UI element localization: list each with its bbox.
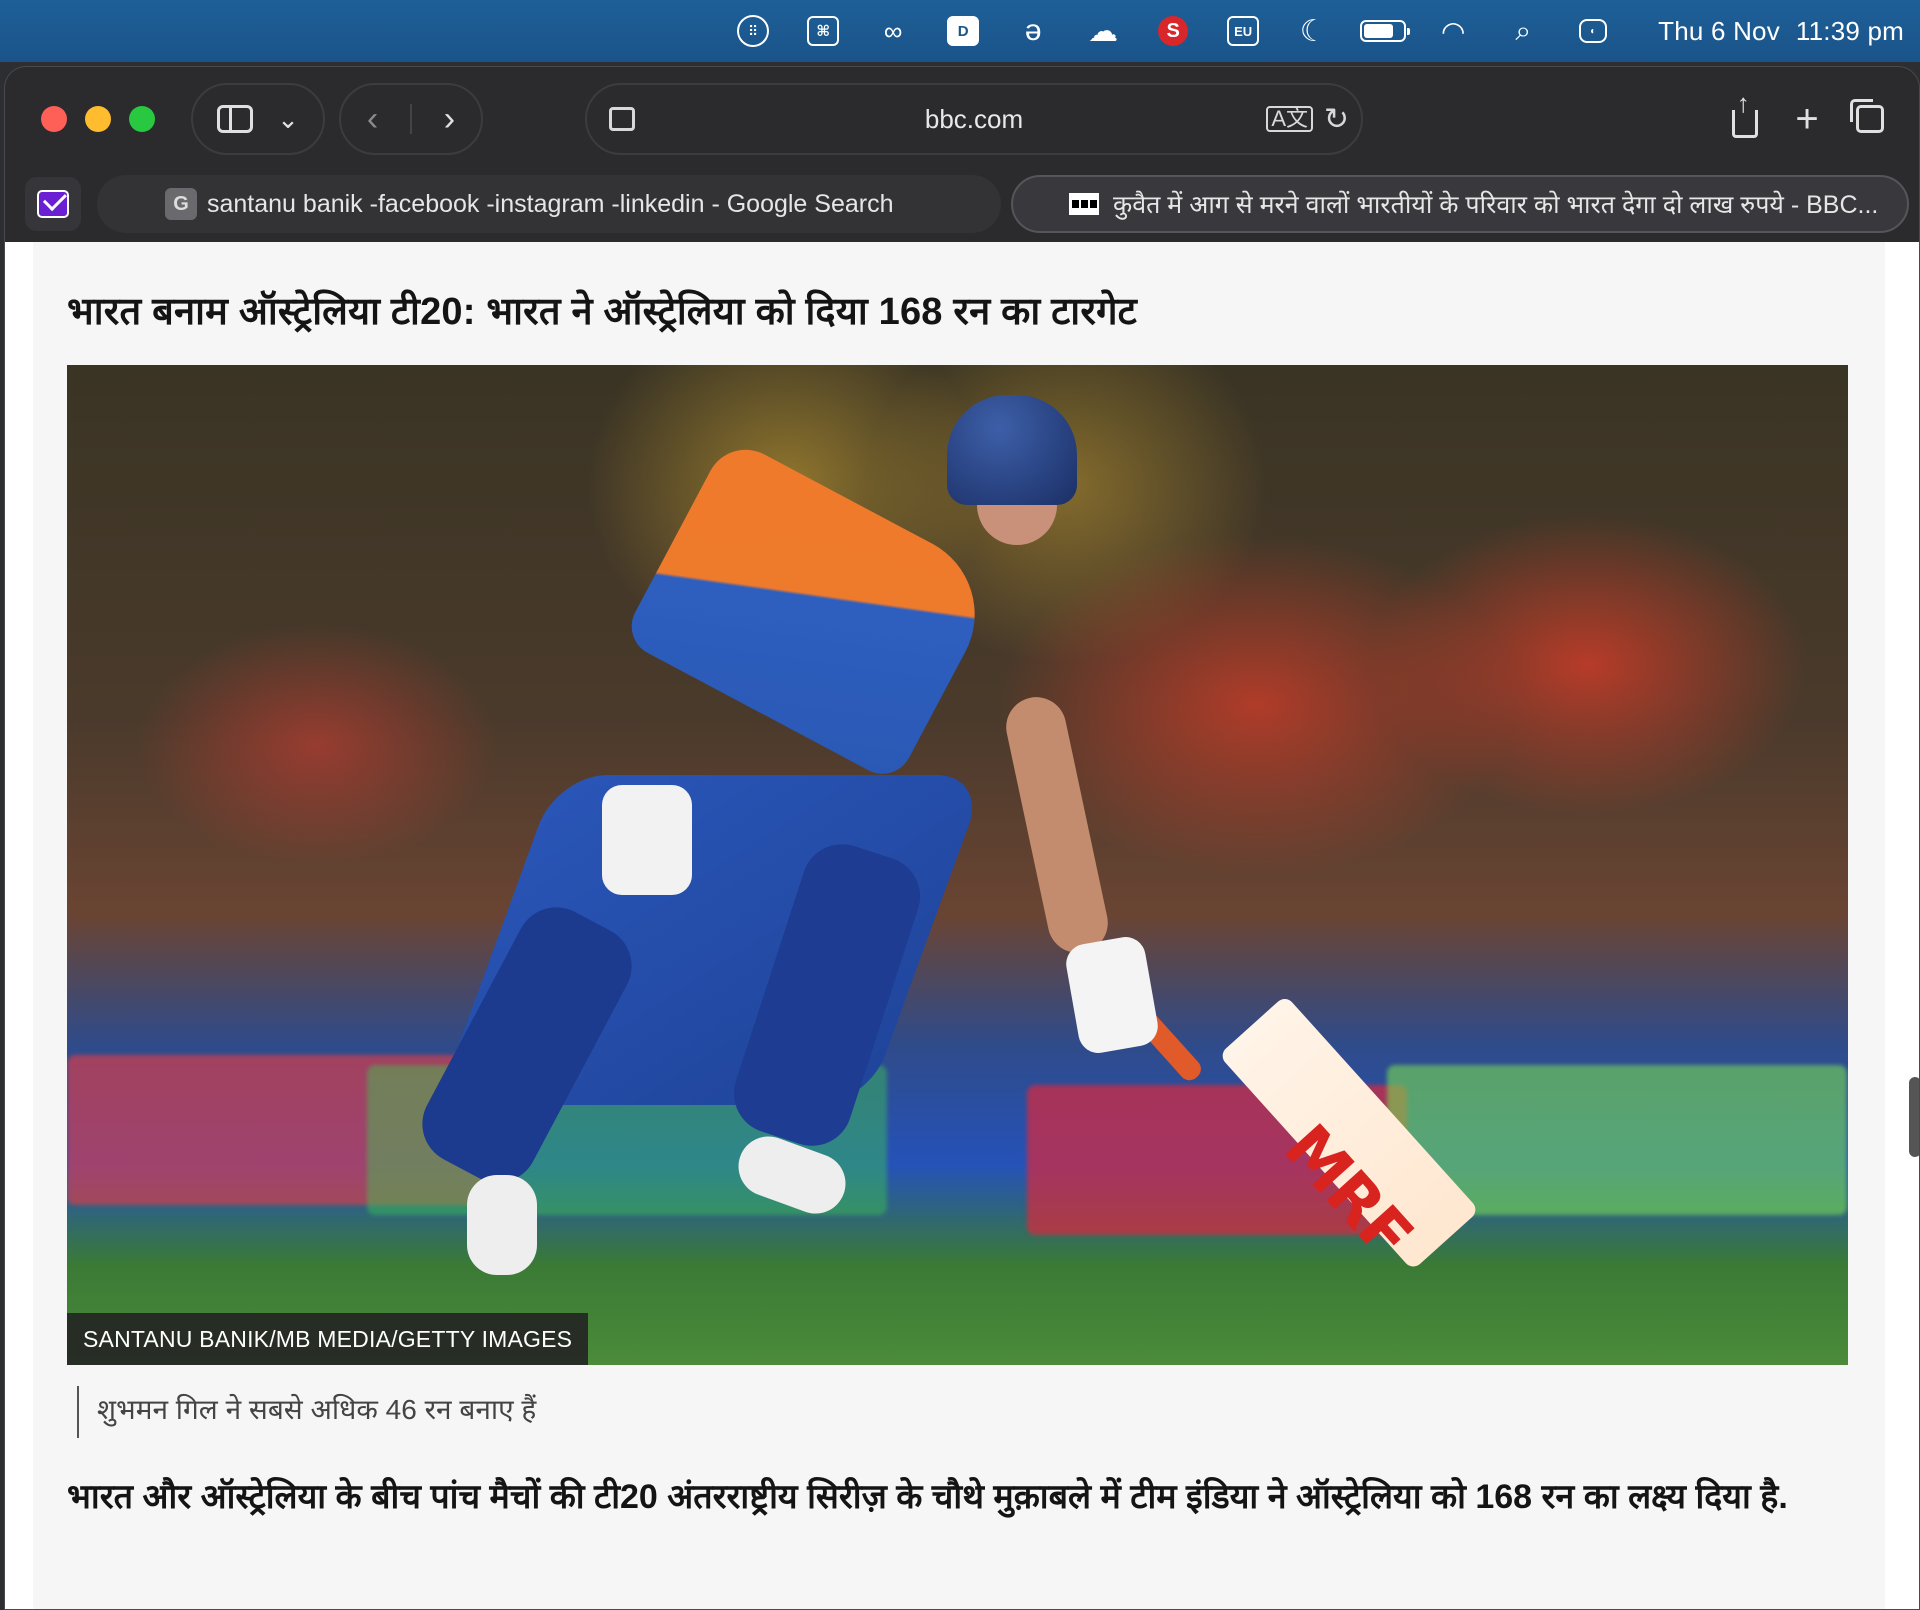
address-text[interactable]: bbc.com	[587, 104, 1361, 135]
clock-time: 11:39 pm	[1795, 15, 1904, 46]
dashlane-icon[interactable]: D	[928, 0, 998, 62]
sidebar-icon[interactable]	[217, 105, 254, 133]
article: भारत बनाम ऑस्ट्रेलिया टी20: भारत ने ऑस्ट…	[33, 242, 1885, 1609]
minimize-window-button[interactable]	[85, 106, 111, 132]
s-app-icon[interactable]: S	[1138, 0, 1208, 62]
moon-icon[interactable]: ☾	[1278, 0, 1348, 62]
mail-icon	[37, 190, 69, 218]
new-tab-icon[interactable]: +	[1795, 99, 1818, 139]
toolbar-actions: +	[1705, 83, 1911, 155]
translate-icon[interactable]: A文	[1266, 106, 1313, 132]
tab-bar: G santanu banik -facebook -instagram -li…	[5, 171, 1919, 237]
sidebar-toggle-group: ⌄	[191, 83, 325, 155]
creative-cloud-icon[interactable]: ∞	[858, 0, 928, 62]
article-headline: भारत बनाम ऑस्ट्रेलिया टी20: भारत ने ऑस्ट…	[67, 291, 1138, 333]
tab-overview-icon[interactable]	[1850, 99, 1885, 133]
batting-glove	[602, 785, 692, 895]
chevron-down-icon[interactable]: ⌄	[277, 106, 299, 132]
app-grid-icon[interactable]: ⠿	[718, 0, 788, 62]
player-helmet	[947, 395, 1077, 505]
hero-image: MRF SANTANU BANIK/MB MEDIA/GETTY IMAGES	[67, 365, 1848, 1365]
menu-bar: ⠿ ⌘ ∞ D ə ☁ S EU ☾ ◠ ⌕ ◐ Thu 6 Nov 11:39…	[0, 0, 1920, 62]
browser-window: ⌄ ‹ › bbc.com A文 ↻ + G santanu banik -fa…	[4, 66, 1920, 1610]
image-credit: SANTANU BANIK/MB MEDIA/GETTY IMAGES	[67, 1313, 589, 1365]
player-jersey	[621, 435, 1003, 785]
tab-title: santanu banik -facebook -instagram -link…	[207, 189, 894, 218]
caption-divider	[77, 1386, 79, 1438]
clock-date: Thu 6 Nov	[1658, 15, 1780, 46]
menu-bar-clock[interactable]: Thu 6 Nov 11:39 pm	[1658, 16, 1904, 47]
command-icon[interactable]: ⌘	[788, 0, 858, 62]
menu-bar-status-icons: ⠿ ⌘ ∞ D ə ☁ S EU ☾ ◠ ⌕ ◐	[718, 0, 1628, 62]
zoom-window-button[interactable]	[129, 106, 155, 132]
browser-toolbar: ⌄ ‹ › bbc.com A文 ↻ +	[5, 67, 1919, 171]
player-arm	[1000, 691, 1114, 959]
share-icon[interactable]	[1731, 88, 1758, 138]
wifi-icon[interactable]: ◠	[1418, 0, 1488, 62]
address-bar[interactable]: bbc.com A文 ↻	[585, 83, 1363, 155]
google-favicon-icon: G	[165, 188, 197, 220]
tab-google-search[interactable]: G santanu banik -facebook -instagram -li…	[97, 175, 1001, 233]
control-center-icon[interactable]: ◐	[1558, 0, 1628, 62]
article-body-paragraph: भारत और ऑस्ट्रेलिया के बीच पांच मैचों की…	[67, 1478, 1788, 1516]
scrollbar[interactable]	[1909, 1077, 1919, 1157]
batting-glove	[1063, 933, 1161, 1057]
back-button[interactable]: ‹	[367, 102, 378, 136]
tab-bbc-article[interactable]: कुवैत में आग से मरने वालों भारतीयों के प…	[1011, 175, 1909, 233]
bbc-favicon-icon	[1069, 193, 1099, 215]
window-controls	[41, 106, 155, 132]
battery-icon[interactable]	[1348, 0, 1418, 62]
search-icon[interactable]: ⌕	[1488, 0, 1558, 62]
edge-icon[interactable]: ə	[998, 0, 1068, 62]
cloud-sync-icon[interactable]: ☁	[1068, 0, 1138, 62]
pinned-tab-mail[interactable]	[25, 177, 81, 231]
reload-icon[interactable]: ↻	[1324, 102, 1349, 137]
tab-title: कुवैत में आग से मरने वालों भारतीयों के प…	[1113, 191, 1879, 219]
shoe	[467, 1175, 537, 1275]
nav-divider	[410, 104, 412, 134]
eu-icon[interactable]: EU	[1208, 0, 1278, 62]
close-window-button[interactable]	[41, 106, 67, 132]
image-caption: शुभमन गिल ने सबसे अधिक 46 रन बनाए हैं	[97, 1394, 537, 1425]
page-content: भारत बनाम ऑस्ट्रेलिया टी20: भारत ने ऑस्ट…	[5, 242, 1919, 1609]
navigation-group: ‹ ›	[339, 83, 483, 155]
forward-button[interactable]: ›	[444, 102, 455, 136]
